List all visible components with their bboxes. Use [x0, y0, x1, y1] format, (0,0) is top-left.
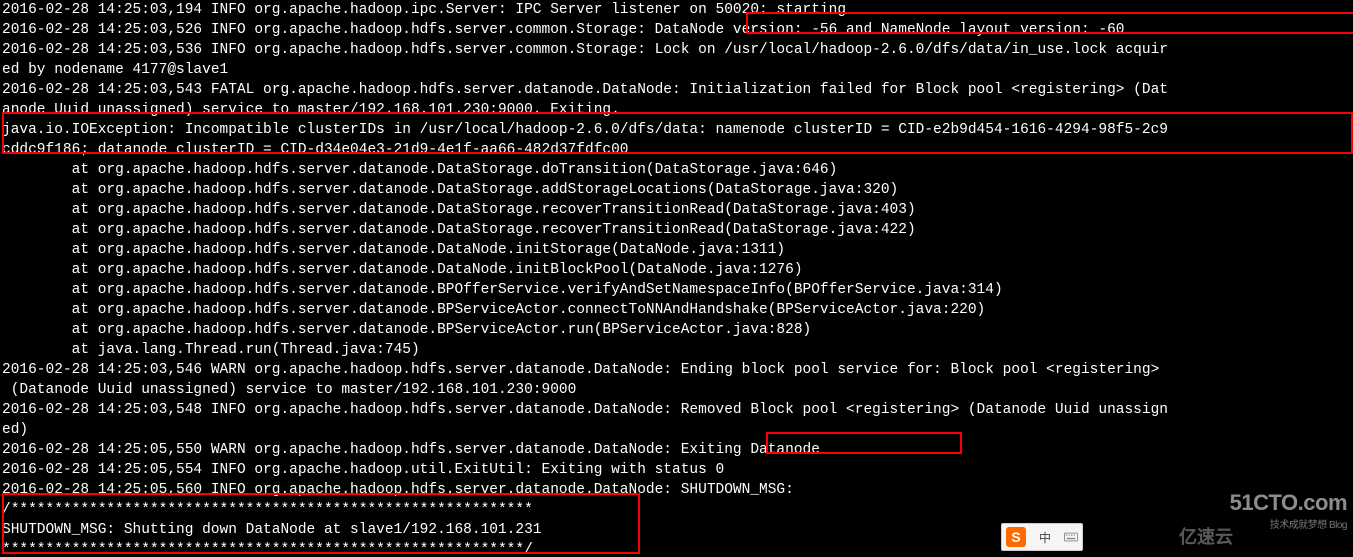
sogou-lang-label: 中: [1039, 529, 1051, 546]
watermark-51cto-sub: 技术成就梦想 Blog: [1230, 516, 1347, 531]
log-line: at org.apache.hadoop.hdfs.server.datanod…: [2, 240, 1351, 260]
log-line: cddc9f186; datanode clusterID = CID-d34e…: [2, 140, 1351, 160]
sogou-ime-badge[interactable]: S 中: [1001, 523, 1083, 551]
log-line: (Datanode Uuid unassigned) service to ma…: [2, 380, 1351, 400]
sogou-icon: S: [1006, 527, 1026, 547]
log-line: 2016-02-28 14:25:03,548 INFO org.apache.…: [2, 400, 1351, 420]
log-line: at org.apache.hadoop.hdfs.server.datanod…: [2, 160, 1351, 180]
log-line: at org.apache.hadoop.hdfs.server.datanod…: [2, 180, 1351, 200]
log-line: 2016-02-28 14:25:03,543 FATAL org.apache…: [2, 80, 1351, 100]
log-line: java.io.IOException: Incompatible cluste…: [2, 120, 1351, 140]
log-line: 2016-02-28 14:25:03,536 INFO org.apache.…: [2, 40, 1351, 60]
log-line: ****************************************…: [2, 540, 1351, 557]
log-line: 2016-02-28 14:25:03,194 INFO org.apache.…: [2, 0, 1351, 20]
log-line: 2016-02-28 14:25:03,526 INFO org.apache.…: [2, 20, 1351, 40]
watermark-yisu: 亿速云: [1179, 523, 1233, 549]
log-line: at org.apache.hadoop.hdfs.server.datanod…: [2, 320, 1351, 340]
log-line: at org.apache.hadoop.hdfs.server.datanod…: [2, 220, 1351, 240]
log-line: 2016-02-28 14:25:05,560 INFO org.apache.…: [2, 480, 1351, 500]
terminal-log: 2016-02-28 14:25:03,194 INFO org.apache.…: [0, 0, 1353, 557]
log-line: at org.apache.hadoop.hdfs.server.datanod…: [2, 300, 1351, 320]
watermark-51cto-text: 51CTO.com: [1230, 490, 1347, 515]
log-line: SHUTDOWN_MSG: Shutting down DataNode at …: [2, 520, 1351, 540]
log-line: at java.lang.Thread.run(Thread.java:745): [2, 340, 1351, 360]
log-line: /***************************************…: [2, 500, 1351, 520]
log-line: at org.apache.hadoop.hdfs.server.datanod…: [2, 260, 1351, 280]
log-line: ed): [2, 420, 1351, 440]
log-line: 2016-02-28 14:25:05,550 WARN org.apache.…: [2, 440, 1351, 460]
watermark-51cto: 51CTO.com 技术成就梦想 Blog: [1230, 490, 1347, 531]
log-line: anode Uuid unassigned) service to master…: [2, 100, 1351, 120]
keyboard-icon: [1064, 530, 1078, 544]
log-line: 2016-02-28 14:25:03,546 WARN org.apache.…: [2, 360, 1351, 380]
log-line: 2016-02-28 14:25:05,554 INFO org.apache.…: [2, 460, 1351, 480]
log-line: at org.apache.hadoop.hdfs.server.datanod…: [2, 280, 1351, 300]
log-line: ed by nodename 4177@slave1: [2, 60, 1351, 80]
log-line: at org.apache.hadoop.hdfs.server.datanod…: [2, 200, 1351, 220]
